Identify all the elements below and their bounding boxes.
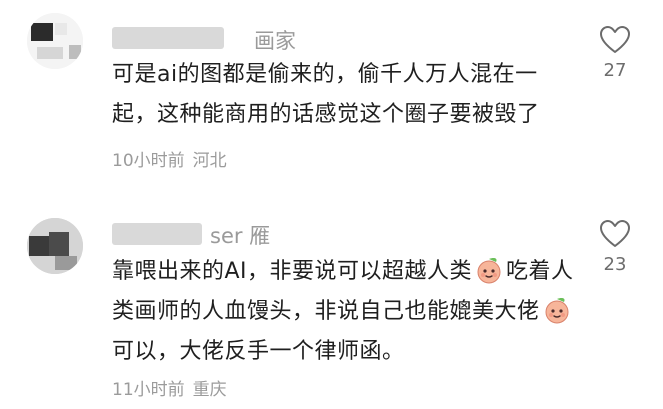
comment-item: ser 雁 靠喂出来的AI，非要说可以超越人类 吃着人类画师的人血馒头，非说自己… (0, 200, 663, 409)
avatar-mosaic (27, 13, 83, 69)
comment-time: 11小时前 (112, 380, 185, 400)
comment-text: 可是ai的图都是偷来的，偷千人万人混在一起，这种能商用的话感觉这个圈子要被毁了 (112, 62, 540, 127)
like-count: 27 (603, 60, 627, 81)
comment-meta: 10小时前 河北 (112, 146, 227, 171)
comment-item: 画家 可是ai的图都是偷来的，偷千人万人混在一起，这种能商用的话感觉这个圈子要被… (0, 0, 663, 200)
avatar[interactable] (27, 13, 83, 69)
heart-outline-icon (600, 220, 630, 247)
comment-text-part: 可以，大佬反手一个律师函。 (112, 339, 405, 364)
peach-face-emoji (474, 256, 504, 284)
nickname-mosaic (112, 27, 224, 49)
heart-outline-icon (600, 26, 630, 53)
comment-meta: 11小时前 重庆 (112, 375, 227, 400)
nickname-mosaic (112, 223, 202, 245)
peach-face-emoji (542, 296, 572, 324)
like-button[interactable]: 23 (595, 220, 635, 275)
comment-text: 靠喂出来的AI，非要说可以超越人类 吃着人类画师的人血馒头，非说自己也能媲美大佬 (112, 252, 582, 372)
nickname[interactable]: ser 雁 (210, 220, 270, 250)
nickname[interactable]: 画家 (254, 25, 296, 55)
comment-time: 10小时前 (112, 151, 185, 171)
like-button[interactable]: 27 (595, 26, 635, 81)
avatar-mosaic (27, 218, 83, 274)
comment-text-part: 靠喂出来的AI，非要说可以超越人类 (112, 259, 473, 284)
avatar[interactable] (27, 218, 83, 274)
comment-location: 河北 (192, 151, 227, 171)
like-count: 23 (603, 254, 627, 275)
comment-location: 重庆 (192, 380, 227, 400)
